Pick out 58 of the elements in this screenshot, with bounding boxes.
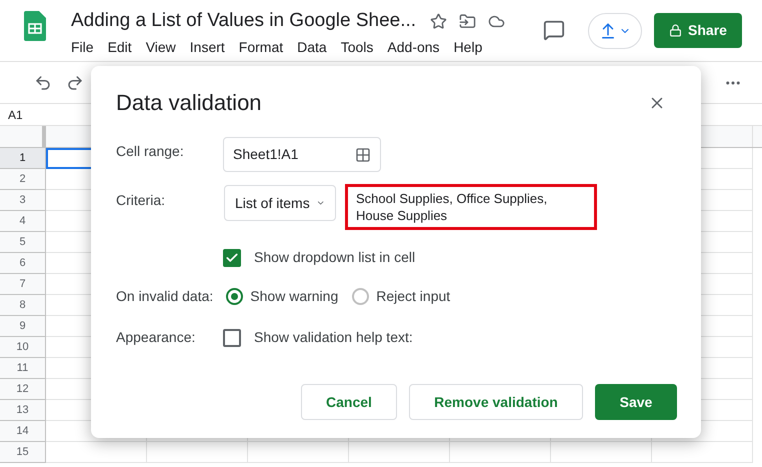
row-header[interactable]: 8	[0, 295, 46, 316]
share-button[interactable]: Share	[654, 13, 742, 48]
grid-icon[interactable]	[355, 146, 371, 162]
menu-item[interactable]: Insert	[188, 37, 227, 58]
row-header[interactable]: 3	[0, 190, 46, 211]
row-header[interactable]: 14	[0, 421, 46, 442]
menu-item[interactable]: Tools	[338, 37, 376, 58]
radio-button[interactable]	[352, 288, 370, 305]
menu-item[interactable]: Edit	[106, 37, 134, 58]
row-header[interactable]: 2	[0, 169, 46, 190]
items-text-area[interactable]: School Supplies, Office Supplies, House Supplies	[345, 184, 597, 230]
field-label: Cell range:	[116, 142, 185, 161]
field-label: On invalid data:	[116, 287, 214, 306]
checkbox-label: Show validation help text:	[254, 328, 413, 347]
star-icon[interactable]	[430, 12, 448, 30]
menu-item[interactable]: Help	[452, 37, 484, 58]
radio-label: Reject input	[376, 287, 450, 306]
check-icon	[225, 250, 239, 264]
checkbox[interactable]	[223, 328, 241, 346]
redo-icon[interactable]	[66, 74, 84, 92]
dialog-title: Data validation	[116, 90, 262, 116]
row-header[interactable]: 10	[0, 337, 46, 358]
checkbox-label: Show dropdown list in cell	[254, 248, 416, 267]
row-header[interactable]: 11	[0, 358, 46, 379]
name-box[interactable]: A1	[8, 106, 23, 124]
sheets-logo-icon[interactable]	[24, 11, 46, 41]
cell-range-field[interactable]: Sheet1!A1	[223, 137, 381, 172]
radio-button[interactable]	[226, 288, 244, 305]
field-label: Criteria:	[116, 191, 166, 210]
lock-icon	[669, 24, 682, 37]
menu-item[interactable]: Add-ons	[385, 37, 442, 58]
comment-icon[interactable]	[543, 19, 565, 41]
undo-icon[interactable]	[34, 74, 52, 92]
checkbox[interactable]	[223, 248, 241, 266]
remove-validation-button[interactable]: Remove validation	[409, 384, 583, 420]
menu-item[interactable]: File	[69, 37, 96, 58]
row-header[interactable]: 7	[0, 274, 46, 295]
row-header[interactable]: 6	[0, 253, 46, 274]
menu-item[interactable]: Data	[295, 37, 329, 58]
field-label: Appearance:	[116, 328, 196, 347]
row-header[interactable]: 1	[0, 148, 46, 169]
present-button[interactable]	[588, 13, 642, 49]
row-header[interactable]: 5	[0, 232, 46, 253]
row-header[interactable]: 9	[0, 316, 46, 337]
folder-icon[interactable]	[459, 12, 476, 30]
document-title[interactable]: Adding a List of Values in Google Shee...	[71, 9, 416, 33]
menu-item[interactable]: View	[144, 37, 178, 58]
row-header[interactable]: 4	[0, 211, 46, 232]
criteria-dropdown[interactable]: List of items	[224, 185, 336, 221]
row-header[interactable]: 12	[0, 379, 46, 400]
upload-icon	[599, 22, 617, 40]
field-value: Sheet1!A1	[233, 145, 298, 164]
radio-label: Show warning	[250, 287, 338, 306]
cancel-button[interactable]: Cancel	[301, 384, 397, 420]
save-button[interactable]: Save	[595, 384, 677, 420]
row-header[interactable]: 13	[0, 400, 46, 421]
row-header[interactable]: 15	[0, 442, 46, 463]
menu-item[interactable]: Format	[236, 37, 286, 58]
